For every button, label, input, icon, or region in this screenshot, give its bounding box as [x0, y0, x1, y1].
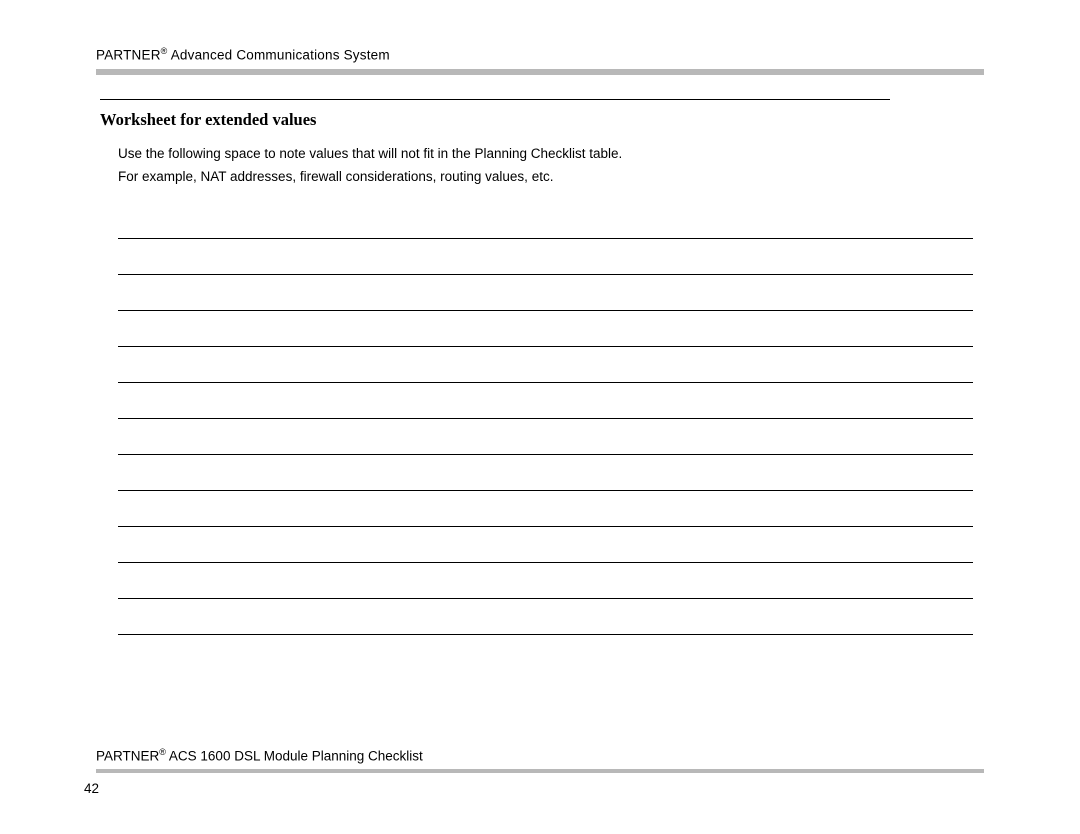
worksheet-lines: [118, 238, 973, 635]
worksheet-line: [118, 526, 973, 527]
registered-icon: ®: [159, 747, 166, 757]
worksheet-line: [118, 382, 973, 383]
registered-icon: ®: [161, 46, 168, 56]
page-number: 42: [84, 781, 984, 796]
header-product: PARTNER: [96, 48, 161, 63]
section-paragraph-1: Use the following space to note values t…: [118, 144, 984, 165]
document-page: PARTNER® Advanced Communications System …: [0, 0, 1080, 834]
worksheet-line: [118, 454, 973, 455]
worksheet-line: [118, 598, 973, 599]
header-divider-bar: [96, 69, 984, 75]
footer-divider-bar: [96, 769, 984, 773]
footer: PARTNER® ACS 1600 DSL Module Planning Ch…: [96, 747, 984, 797]
worksheet-line: [118, 238, 973, 239]
worksheet-line: [118, 490, 973, 491]
worksheet-line: [118, 634, 973, 635]
worksheet-line: [118, 562, 973, 563]
footer-title: PARTNER® ACS 1600 DSL Module Planning Ch…: [96, 747, 984, 764]
worksheet-line: [118, 274, 973, 275]
footer-suffix: ACS 1600 DSL Module Planning Checklist: [166, 748, 423, 763]
section-heading: Worksheet for extended values: [100, 110, 984, 130]
section-paragraph-2: For example, NAT addresses, firewall con…: [118, 167, 984, 188]
header-title: PARTNER® Advanced Communications System: [96, 46, 984, 63]
worksheet-line: [118, 418, 973, 419]
worksheet-line: [118, 310, 973, 311]
footer-product: PARTNER: [96, 748, 159, 763]
worksheet-line: [118, 346, 973, 347]
header-suffix: Advanced Communications System: [168, 48, 390, 63]
section-rule: [100, 99, 890, 100]
